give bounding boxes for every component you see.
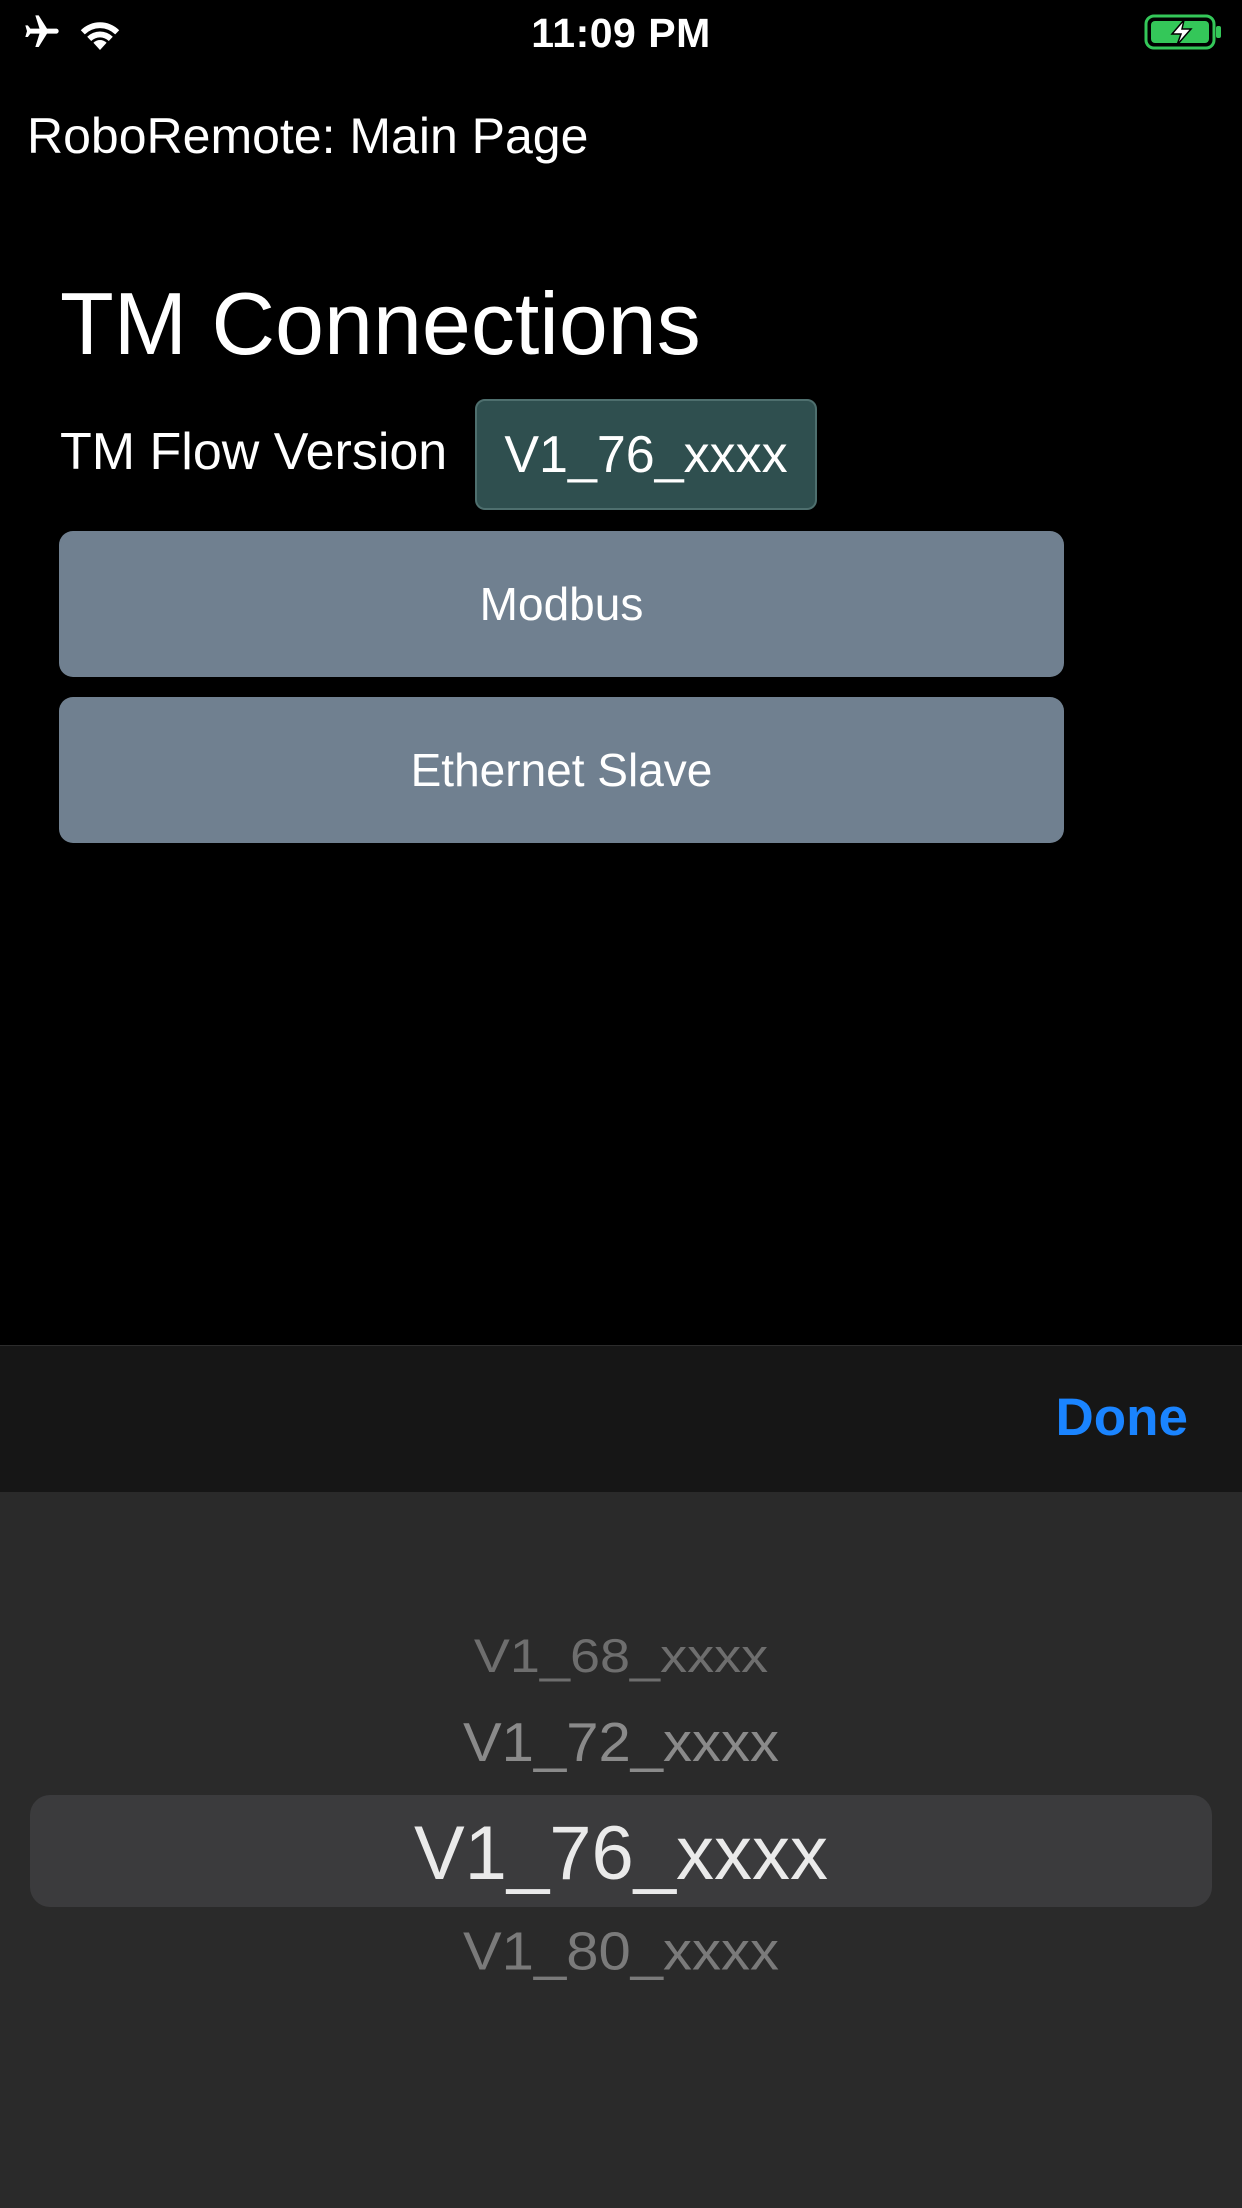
- picker-toolbar: Done: [0, 1345, 1242, 1493]
- battery-charging-icon: [1144, 12, 1224, 57]
- ethernet-slave-button[interactable]: Ethernet Slave: [59, 697, 1064, 843]
- done-button[interactable]: Done: [1056, 1387, 1189, 1448]
- version-label: TM Flow Version: [60, 423, 448, 481]
- version-field[interactable]: V1_76_xxxx: [475, 399, 817, 510]
- picker-option-selected[interactable]: V1_76_xxxx: [0, 1810, 1242, 1897]
- version-picker[interactable]: V1_68_xxxx V1_72_xxxx V1_76_xxxx V1_80_x…: [0, 1492, 1242, 2208]
- status-bar: 11:09 PM: [0, 0, 1242, 70]
- nav-title: RoboRemote: Main Page: [27, 108, 589, 164]
- status-time: 11:09 PM: [531, 10, 711, 56]
- picker-option[interactable]: V1_68_xxxx: [0, 1629, 1242, 1684]
- picker-option[interactable]: V1_72_xxxx: [0, 1711, 1242, 1774]
- picker-option[interactable]: V1_80_xxxx: [0, 1921, 1242, 1983]
- modbus-button[interactable]: Modbus: [59, 531, 1064, 677]
- section-heading: TM Connections: [60, 274, 701, 373]
